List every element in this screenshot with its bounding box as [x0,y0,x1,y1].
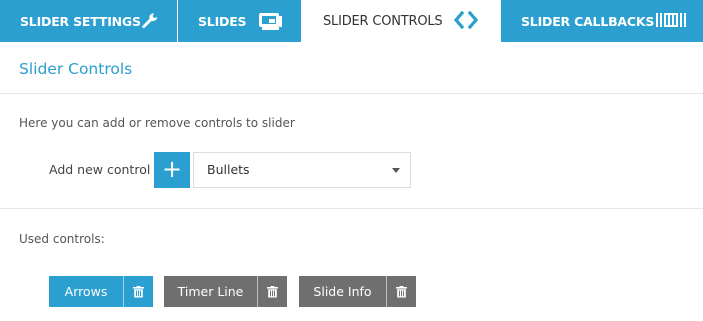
trash-icon [396,285,407,297]
control-type-select[interactable]: Bullets [193,152,411,188]
used-control-arrows: Arrows [49,276,153,307]
tab-slides[interactable]: SLIDES [178,0,301,42]
control-type-value: Bullets [207,162,250,177]
used-controls-label: Used controls: [19,232,105,246]
delete-control-button[interactable] [123,276,153,307]
trash-icon [267,285,278,297]
delete-control-button[interactable] [386,276,416,307]
section-description: Here you can add or remove controls to s… [19,116,295,130]
tab-label: SLIDER SETTINGS [20,13,141,29]
wrench-icon [140,11,160,31]
code-arrows-icon [453,10,479,30]
used-control-slide-info: Slide Info [299,276,416,307]
trash-icon [133,285,144,297]
page-title: Slider Controls [19,60,133,78]
tab-slider-controls[interactable]: SLIDER CONTROLS [301,0,501,42]
used-control-timer-line: Timer Line [164,276,287,307]
chevron-down-icon [392,168,400,173]
control-name[interactable]: Slide Info [299,276,386,307]
tab-slider-callbacks[interactable]: SLIDER CALLBACKS [501,0,703,42]
control-name[interactable]: Arrows [49,276,123,307]
tab-bar: SLIDER SETTINGS SLIDES SLIDER CONTROLS S… [0,0,703,42]
tab-label: SLIDER CONTROLS [323,13,443,29]
add-control-button[interactable]: + [154,152,190,188]
control-name[interactable]: Timer Line [164,276,257,307]
barcode-icon [655,10,687,30]
tab-label: SLIDER CALLBACKS [521,13,655,29]
divider [0,93,703,94]
tab-slider-settings[interactable]: SLIDER SETTINGS [0,0,177,42]
divider [0,208,703,209]
slides-icon [258,10,283,32]
add-control-label: Add new control [49,162,151,177]
tab-label: SLIDES [198,13,247,29]
delete-control-button[interactable] [257,276,287,307]
